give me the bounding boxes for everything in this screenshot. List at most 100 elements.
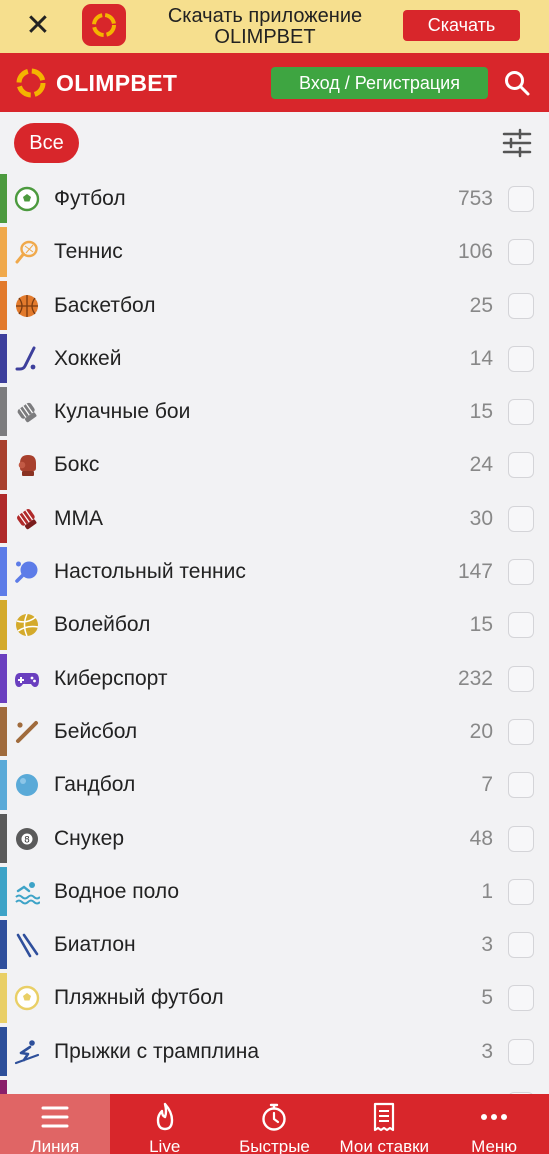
nav-item[interactable]: Линия [0,1094,110,1154]
brand-name: OLIMPBET [56,69,178,96]
sport-name: Пляжный футбол [54,986,224,1010]
table-tennis-icon [13,558,41,586]
sport-checkbox[interactable] [508,186,534,212]
sport-checkbox[interactable] [508,825,534,852]
boxing-glove-icon [13,451,41,479]
sport-color-bar [0,973,7,1023]
sport-row[interactable]: 8 Снукер 48 [0,812,549,865]
sport-checkbox[interactable] [508,878,534,905]
receipt-icon [369,1102,399,1132]
sport-checkbox[interactable] [508,718,534,745]
sport-row[interactable]: Кулачные бои 15 [0,385,549,438]
app-logo-icon [82,4,126,46]
sport-event-count: 1 [481,879,493,903]
ski-jump-icon [13,1038,41,1066]
sport-event-count: 14 [469,346,493,370]
download-button[interactable]: Скачать [403,10,520,41]
login-register-button[interactable]: Вход / Регистрация [271,67,488,99]
brand-logo[interactable]: OLIMPBET [14,66,177,100]
sport-name: Бейсбол [54,719,138,743]
nav-item[interactable]: Мои ставки [329,1094,439,1154]
sport-name: Футбол [54,187,126,210]
sport-row[interactable]: Волейбол 15 [0,598,549,651]
sport-row[interactable]: Гандбол 7 [0,758,549,811]
sport-event-count: 106 [457,240,493,264]
sport-checkbox[interactable] [508,292,534,319]
sport-event-count: 5 [481,986,493,1010]
sport-event-count: 30 [469,506,493,530]
sport-event-count: 3 [481,1039,493,1063]
sport-row[interactable]: Киберспорт 232 [0,652,549,705]
bottom-nav: Линия Live Быстрые Мои ставки Меню [0,1094,549,1154]
sport-color-bar [0,600,7,650]
sport-checkbox[interactable] [508,665,534,692]
sport-checkbox[interactable] [508,399,534,426]
sport-checkbox[interactable] [508,932,534,959]
baseball-bat-icon [13,718,41,746]
sport-color-bar [0,333,7,384]
sport-name: Прыжки с трамплина [54,1039,260,1063]
sport-row[interactable] [0,1078,549,1094]
svg-text:8: 8 [24,835,30,845]
sport-row[interactable]: Баскетбол 25 [0,279,549,332]
sport-checkbox[interactable] [508,559,534,586]
sport-color-bar [0,547,7,597]
search-icon[interactable] [500,67,534,99]
sport-checkbox[interactable] [508,772,534,799]
nav-item[interactable]: Меню [439,1094,549,1154]
top-header: OLIMPBET Вход / Регистрация [0,53,549,112]
all-sports-chip[interactable]: Все [14,123,79,163]
sport-row[interactable]: Пляжный футбол 5 [0,971,549,1024]
sport-checkbox[interactable] [508,985,534,1012]
nav-item[interactable]: Быстрые [220,1094,330,1154]
sport-color-bar [0,1080,7,1094]
sport-checkbox[interactable] [508,239,534,266]
sport-row[interactable]: Хоккей 14 [0,332,549,385]
sport-checkbox[interactable] [508,612,534,639]
filter-sliders-icon[interactable] [500,128,534,158]
sport-event-count: 15 [469,613,493,637]
sport-event-count: 147 [457,560,493,584]
sport-checkbox[interactable] [508,505,534,532]
sport-checkbox[interactable] [508,345,534,372]
sport-row[interactable]: Футбол 753 [0,172,549,225]
close-icon[interactable]: ✕ [22,8,54,44]
mma-glove-icon [13,505,41,533]
soccer-ball-icon [13,185,41,213]
sport-name: Настольный теннис [54,560,246,584]
flame-icon [150,1102,180,1132]
sport-event-count: 7 [481,773,493,797]
sport-row[interactable]: Настольный теннис 147 [0,545,549,598]
snooker-ball-icon: 8 [13,825,41,853]
sport-row[interactable]: Бокс 24 [0,438,549,491]
sport-event-count: 753 [457,187,493,210]
sport-row[interactable]: Прыжки с трамплина 3 [0,1025,549,1078]
sport-row[interactable]: Биатлон 3 [0,918,549,971]
sport-event-count: 24 [469,453,493,477]
sport-event-count: 48 [469,826,493,850]
sport-event-count: 20 [469,719,493,743]
basketball-icon [13,292,41,320]
water-polo-icon [13,878,41,906]
tennis-racket-icon [13,238,41,266]
fist-icon [13,398,41,426]
sport-checkbox[interactable] [508,1038,534,1065]
sport-row[interactable]: ММА 30 [0,492,549,545]
sport-name: Хоккей [54,346,122,370]
sport-checkbox[interactable] [508,452,534,479]
nav-item[interactable]: Live [110,1094,220,1154]
promo-title-line2: OLIMPBET [214,26,316,48]
app-promo-banner: ✕ Скачать приложение OLIMPBET Скачать [0,0,549,53]
sport-event-count: 15 [469,400,493,424]
nav-label: Линия [30,1137,80,1154]
beach-soccer-icon [13,984,41,1012]
sport-name: Волейбол [54,613,151,637]
sport-row[interactable]: Водное поло 1 [0,865,549,918]
list-icon [40,1102,70,1132]
sport-color-bar [0,866,7,917]
sport-row[interactable]: Теннис 106 [0,225,549,278]
sport-event-count: 232 [457,666,493,690]
sport-color-bar [0,280,7,330]
hockey-stick-icon [13,345,41,373]
sport-row[interactable]: Бейсбол 20 [0,705,549,758]
